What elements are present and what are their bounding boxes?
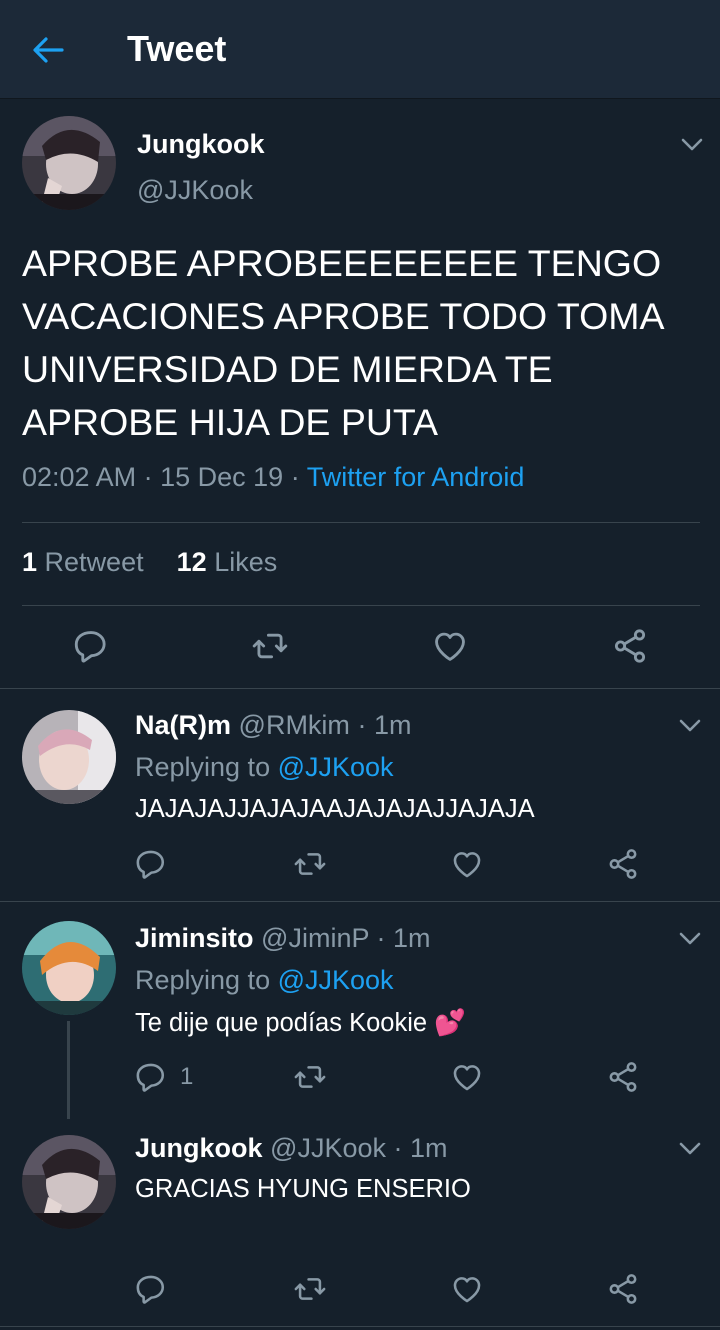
tweet-text: APROBE APROBEEEEEEEE TENGO VACACIONES AP… xyxy=(22,242,663,443)
divider xyxy=(22,605,700,606)
chevron-down-icon[interactable] xyxy=(677,716,703,734)
heart-icon xyxy=(450,1272,484,1306)
like-count: 12 xyxy=(176,547,207,577)
reply-actions xyxy=(0,1272,720,1308)
replying-to: Replying to @JJKook xyxy=(135,752,394,783)
like-button[interactable] xyxy=(450,1272,484,1306)
main-tweet: Jungkook @JJKook APROBE APROBEEEEEEEE TE… xyxy=(0,99,720,689)
mention-link[interactable]: @JJKook xyxy=(278,752,394,782)
like-button[interactable] xyxy=(450,1060,484,1094)
reply-header: Jiminsito @JiminP · 1m xyxy=(135,923,431,954)
back-button[interactable] xyxy=(26,30,70,70)
separator: · xyxy=(357,710,367,740)
likes-stat[interactable]: 12 Likes xyxy=(177,547,278,577)
replying-label: Replying to xyxy=(135,752,271,782)
separator: · xyxy=(393,1133,403,1163)
like-button[interactable] xyxy=(450,847,484,881)
avatar[interactable] xyxy=(22,921,116,1015)
share-button[interactable] xyxy=(606,1060,640,1094)
separator: · xyxy=(290,462,300,492)
avatar[interactable] xyxy=(22,1135,116,1229)
reply-header: Na(R)m @RMkim · 1m xyxy=(135,710,411,741)
chevron-down-icon[interactable] xyxy=(677,929,703,947)
retweet-button[interactable] xyxy=(293,1060,327,1094)
retweet-button[interactable] xyxy=(293,847,327,881)
reply-icon xyxy=(72,627,110,665)
reply-icon xyxy=(134,847,168,881)
heart-icon xyxy=(431,627,469,665)
share-button[interactable] xyxy=(606,1272,640,1306)
retweet-count: 1 xyxy=(22,547,38,577)
separator: · xyxy=(143,462,153,492)
separator: · xyxy=(376,923,386,953)
share-icon xyxy=(606,847,640,881)
reply-text: GRACIAS HYUNG ENSERIO xyxy=(135,1175,471,1203)
chevron-down-icon[interactable] xyxy=(679,135,705,153)
share-button[interactable] xyxy=(611,627,649,665)
retweet-icon xyxy=(293,1272,327,1306)
tweet-meta: 02:02 AM · 15 Dec 19 · Twitter for Andro… xyxy=(22,462,524,493)
reply-actions: 1 xyxy=(0,1060,720,1096)
reply-time: 1m xyxy=(373,710,412,740)
reply-author-handle[interactable]: @JiminP xyxy=(261,923,369,953)
share-icon xyxy=(606,1272,640,1306)
reply-count: 1 xyxy=(180,1063,194,1090)
retweet-button[interactable] xyxy=(251,627,289,665)
retweets-stat[interactable]: 1 Retweet xyxy=(22,547,144,577)
share-icon xyxy=(606,1060,640,1094)
reply-time: 1m xyxy=(410,1133,448,1163)
tweet-stats: 1 Retweet 12 Likes xyxy=(22,547,277,578)
page-title: Tweet xyxy=(127,28,227,69)
reply-author-name[interactable]: Jiminsito xyxy=(135,923,254,953)
reply-author-handle[interactable]: @RMkim xyxy=(239,710,350,740)
share-icon xyxy=(611,627,649,665)
reply-tweet[interactable]: Jiminsito @JiminP · 1m Replying to @JJKo… xyxy=(0,903,720,1119)
arrow-left-icon xyxy=(33,37,64,63)
mention-link[interactable]: @JJKook xyxy=(278,965,394,995)
reply-text: Te dije que podías Kookie 💕 xyxy=(135,1009,466,1037)
reply-author-name[interactable]: Jungkook xyxy=(135,1133,263,1163)
reply-tweet[interactable]: Jungkook @JJKook · 1m GRACIAS HYUNG ENSE… xyxy=(0,1115,720,1327)
retweet-button[interactable] xyxy=(293,1272,327,1306)
reply-button[interactable]: 1 xyxy=(134,1060,193,1094)
retweet-icon xyxy=(293,1060,327,1094)
reply-button[interactable] xyxy=(72,627,110,665)
reply-author-handle[interactable]: @JJKook xyxy=(270,1133,386,1163)
author-handle[interactable]: @JJKook xyxy=(137,175,253,206)
replying-label: Replying to xyxy=(135,965,271,995)
reply-icon xyxy=(134,1272,168,1306)
retweet-icon xyxy=(251,627,289,665)
top-bar: Tweet xyxy=(0,0,720,99)
share-button[interactable] xyxy=(606,847,640,881)
tweet-source-link[interactable]: Twitter for Android xyxy=(307,462,525,492)
avatar[interactable] xyxy=(22,710,116,804)
reply-time: 1m xyxy=(393,923,431,953)
reply-header: Jungkook @JJKook · 1m xyxy=(135,1133,448,1164)
tweet-actions xyxy=(0,627,720,667)
heart-icon xyxy=(450,1060,484,1094)
divider xyxy=(22,522,700,523)
retweet-icon xyxy=(293,847,327,881)
like-label: Likes xyxy=(214,547,278,577)
author-name[interactable]: Jungkook xyxy=(137,129,265,160)
reply-button[interactable] xyxy=(134,1272,168,1306)
tweet-time: 02:02 AM xyxy=(22,462,137,492)
reply-author-name[interactable]: Na(R)m xyxy=(135,710,231,740)
replying-to: Replying to @JJKook xyxy=(135,965,394,996)
retweet-label: Retweet xyxy=(44,547,144,577)
reply-text: JAJAJAJJAJAJAAJAJAJAJJAJAJA xyxy=(135,795,535,823)
avatar[interactable] xyxy=(22,116,116,210)
reply-actions xyxy=(0,847,720,883)
heart-icon xyxy=(450,847,484,881)
reply-icon xyxy=(134,1060,168,1094)
tweet-date: 15 Dec 19 xyxy=(160,462,284,492)
reply-tweet[interactable]: Na(R)m @RMkim · 1m Replying to @JJKook J… xyxy=(0,690,720,902)
like-button[interactable] xyxy=(431,627,469,665)
chevron-down-icon[interactable] xyxy=(677,1139,703,1157)
reply-button[interactable] xyxy=(134,847,168,881)
